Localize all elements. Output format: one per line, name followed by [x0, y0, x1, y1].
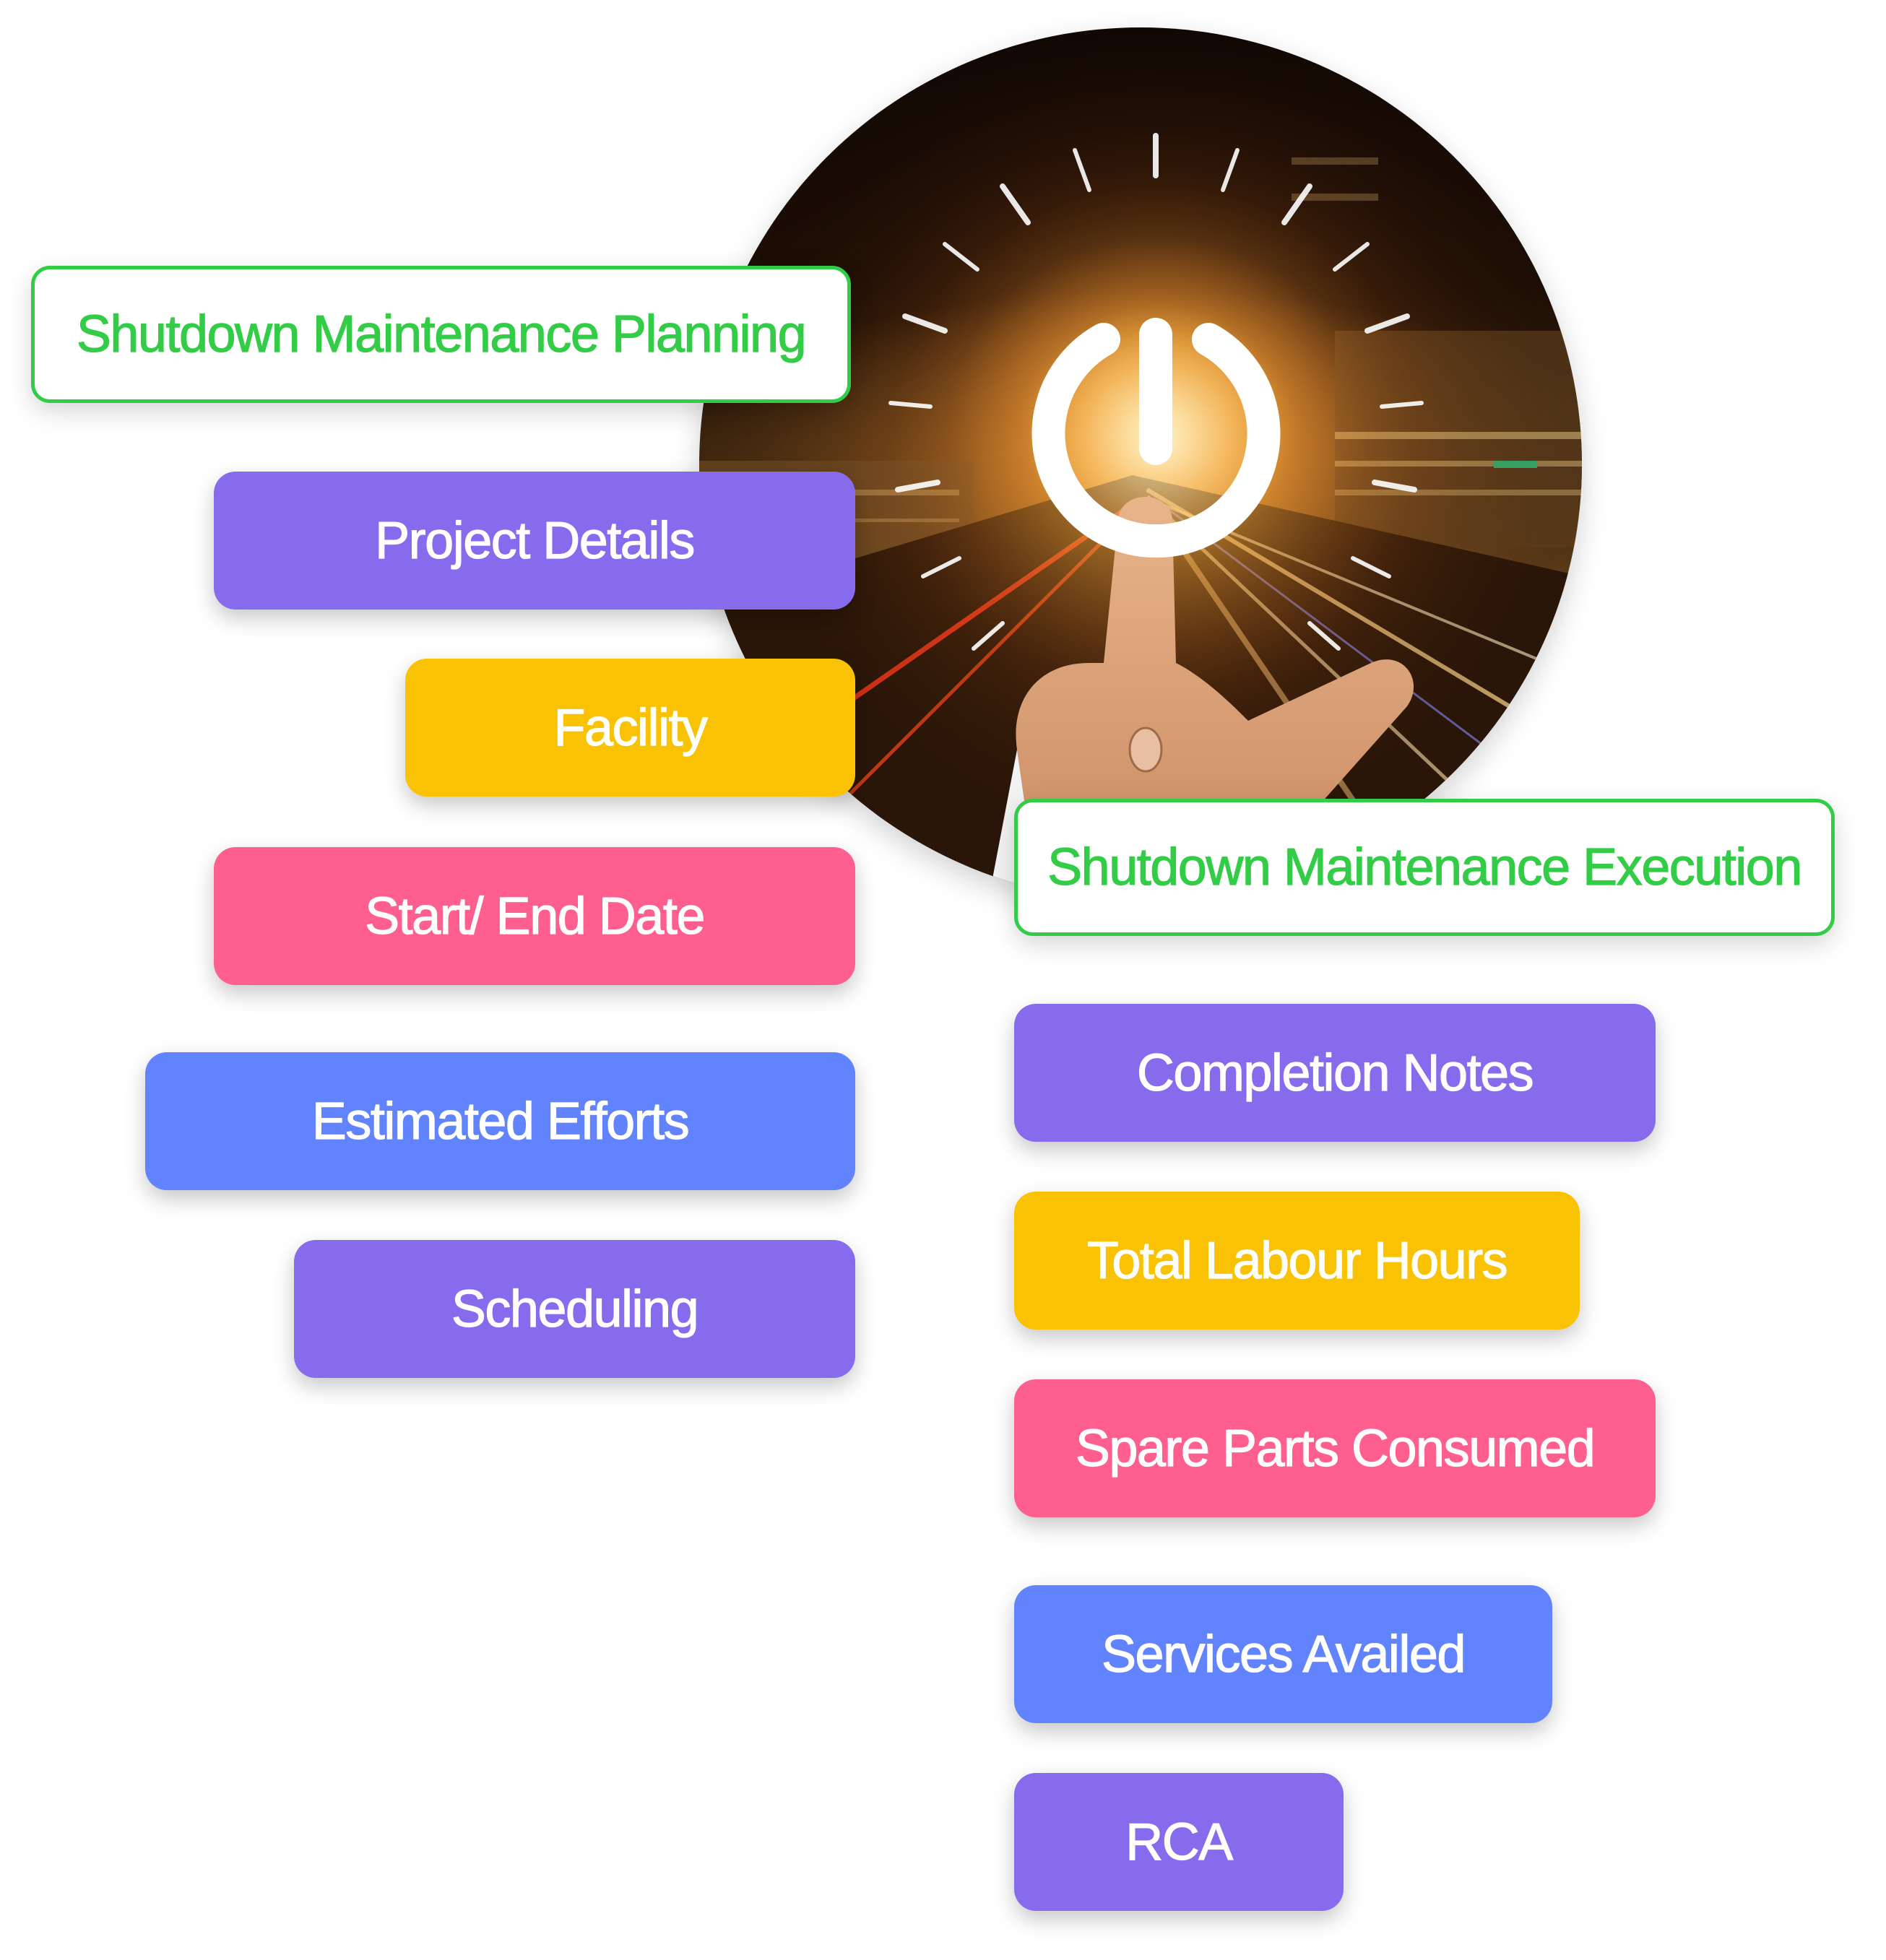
planning-item-start-end-date: Start/ End Date [214, 847, 855, 985]
planning-item-scheduling: Scheduling [294, 1240, 855, 1378]
execution-item-services-availed: Services Availed [1014, 1585, 1552, 1723]
execution-header: Shutdown Maintenance Execution [1014, 799, 1835, 936]
execution-item-rca: RCA [1014, 1773, 1344, 1911]
execution-item-total-labour-hours: Total Labour Hours [1014, 1192, 1580, 1330]
planning-item-project-details: Project Details [214, 472, 855, 610]
planning-header: Shutdown Maintenance Planning [31, 266, 851, 403]
planning-item-estimated-efforts: Estimated Efforts [145, 1052, 855, 1190]
execution-item-completion-notes: Completion Notes [1014, 1004, 1656, 1142]
execution-item-spare-parts-consumed: Spare Parts Consumed [1014, 1379, 1656, 1517]
planning-item-facility: Facility [405, 659, 855, 797]
